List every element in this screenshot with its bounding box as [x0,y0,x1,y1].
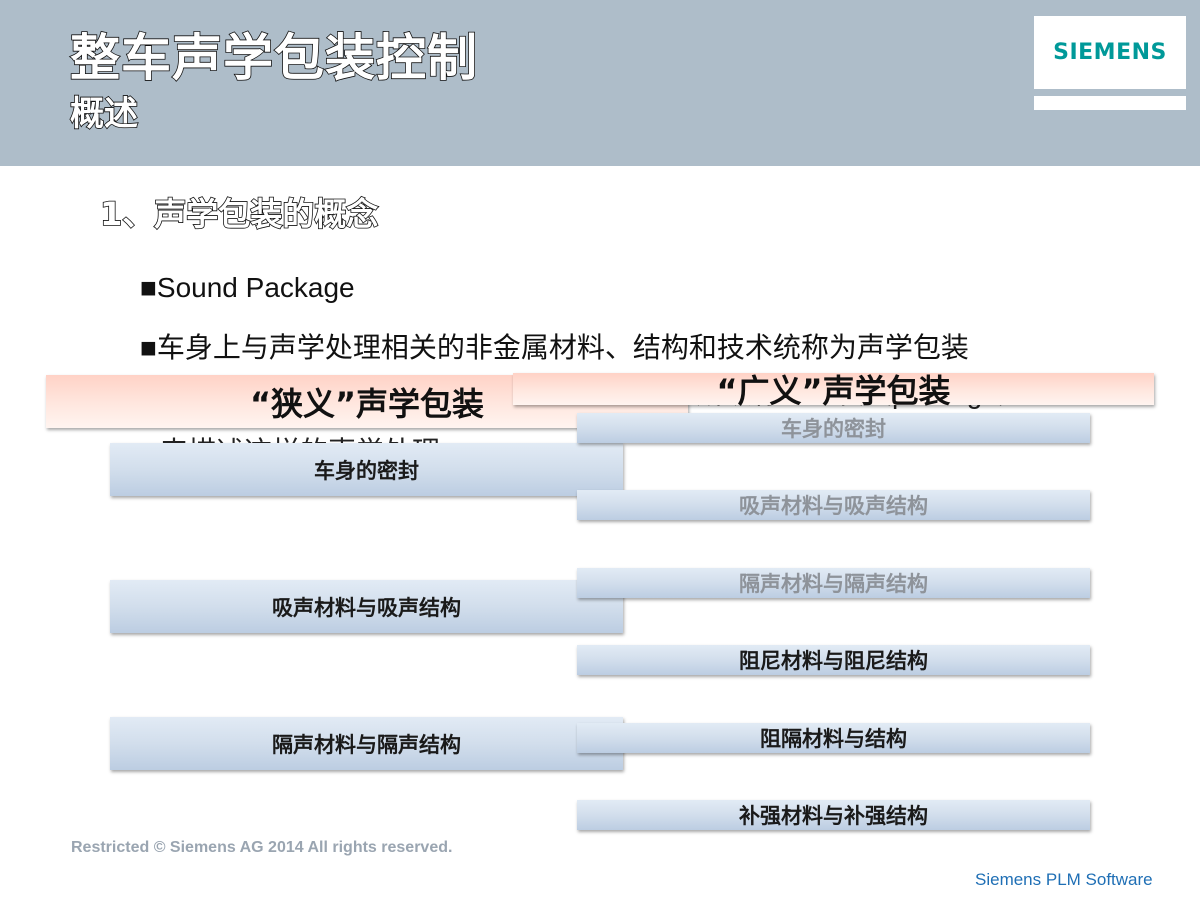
narrow-item-label: 隔声材料与隔声结构 [272,732,461,757]
siemens-logo: SIEMENS [1034,16,1186,89]
broad-item-reinforcement: 补强材料与补强结构 [577,800,1090,830]
broad-item-label: 补强材料与补强结构 [739,804,928,828]
narrow-item-label: 车身的密封 [314,458,419,483]
broad-item-label: 车身的密封 [781,417,886,441]
broad-item-insulation: 隔声材料与隔声结构 [577,568,1090,598]
broad-package-header: “广义”声学包装 [513,372,1154,410]
narrow-package-label: “狭义”声学包装 [249,384,485,423]
section-heading: 1、声学包装的概念 [99,194,379,234]
slide-subtitle: 概述 [69,93,139,135]
narrow-item-insulation: 隔声材料与隔声结构 [110,717,623,770]
broad-item-label: 阻尼材料与阻尼结构 [739,649,928,673]
broad-item-absorption: 吸声材料与吸声结构 [577,490,1090,520]
logo-strip [1034,96,1186,110]
brand-footer: Siemens PLM Software [975,870,1153,889]
slide-title: 整车声学包装控制 [69,28,478,88]
header-band: 整车声学包装控制 概述 SIEMENS [0,0,1200,166]
copyright-notice: Restricted © Siemens AG 2014 All rights … [71,839,453,856]
narrow-item-absorption: 吸声材料与吸声结构 [110,580,623,633]
broad-item-barrier: 阻隔材料与结构 [577,723,1090,753]
broad-item-label: 阻隔材料与结构 [760,727,907,751]
bullet-definition: ■车身上与声学处理相关的非金属材料、结构和技术统称为声学包装 [140,332,969,363]
bullet-sound-package: ■Sound Package [140,272,355,303]
broad-item-damping: 阻尼材料与阻尼结构 [577,645,1090,675]
broad-package-label: “广义”声学包装 [716,372,951,410]
narrow-item-sealing: 车身的密封 [110,443,623,496]
broad-item-sealing: 车身的密封 [577,413,1090,443]
broad-item-label: 吸声材料与吸声结构 [739,494,928,518]
broad-item-label: 隔声材料与隔声结构 [739,572,928,596]
narrow-item-label: 吸声材料与吸声结构 [272,595,461,620]
